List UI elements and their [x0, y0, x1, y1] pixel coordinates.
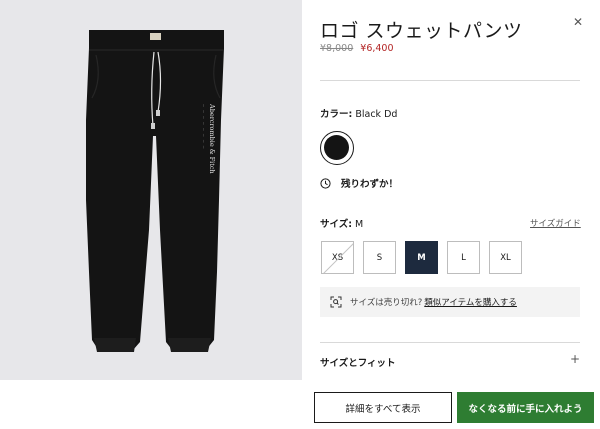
divider [320, 80, 580, 81]
size-option-xs[interactable]: XS [321, 241, 354, 274]
product-image[interactable]: Abercrombie & Fitch — — — — — — — — [0, 0, 302, 380]
scan-icon [330, 296, 342, 308]
size-guide-link[interactable]: サイズガイド [530, 217, 581, 229]
image-panel-footer [0, 380, 302, 429]
divider [320, 342, 580, 343]
size-option-xl[interactable]: XL [489, 241, 522, 274]
plus-icon: + [569, 352, 580, 366]
color-swatch-selected[interactable] [320, 131, 354, 165]
size-fit-accordion[interactable]: サイズとフィット + [320, 352, 580, 369]
similar-items-link[interactable]: 類似アイテムを購入する [424, 296, 517, 308]
size-option-label: L [461, 252, 466, 263]
view-all-details-button[interactable]: 詳細をすべて表示 [314, 392, 452, 423]
color-label: カラー: Black Dd [320, 106, 397, 120]
original-price: ¥8,000 [320, 43, 354, 54]
add-to-cart-button[interactable]: なくなる前に手に入れよう [457, 392, 594, 423]
color-label-title: カラー: [320, 109, 353, 120]
size-option-s[interactable]: S [363, 241, 396, 274]
size-fit-title: サイズとフィット [320, 358, 396, 369]
low-stock-text: 残りわずか！ [341, 179, 399, 190]
svg-text:— — — — — — — —: — — — — — — — — [202, 104, 206, 150]
size-label: サイズ: M [320, 216, 363, 230]
product-title: ロゴ スウェットパンツ [320, 20, 523, 42]
color-swatch-fill [324, 135, 349, 160]
sold-out-text: サイズは売り切れ? [350, 298, 423, 308]
sold-out-slash [323, 243, 353, 273]
size-option-label: M [417, 252, 426, 263]
size-value: M [355, 219, 364, 230]
sale-price: ¥6,400 [360, 43, 394, 54]
clock-icon [320, 177, 331, 189]
size-option-l[interactable]: L [447, 241, 480, 274]
product-brand-print: Abercrombie & Fitch [208, 103, 216, 174]
size-option-label: XL [500, 252, 511, 263]
size-label-title: サイズ: [320, 219, 353, 230]
size-option-label: S [376, 252, 383, 263]
price-row: ¥8,000 ¥6,400 [320, 43, 394, 54]
size-option-m[interactable]: M [405, 241, 438, 274]
sold-out-notice: サイズは売り切れ? 類似アイテムを購入する [320, 287, 580, 317]
low-stock-notice: 残りわずか！ [320, 176, 398, 190]
close-icon[interactable]: ✕ [573, 15, 583, 29]
color-value: Black Dd [355, 109, 398, 120]
